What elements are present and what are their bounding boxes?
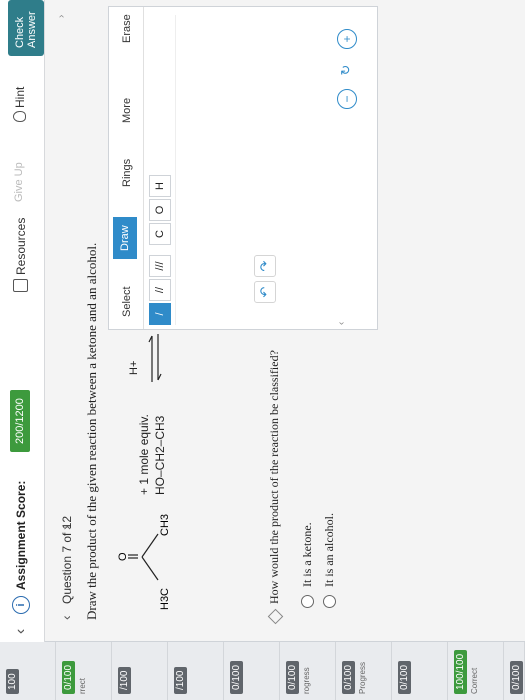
check-answer-button[interactable]: Check Answer: [8, 0, 44, 56]
classification-question: How would the product of the reaction be…: [267, 350, 281, 604]
info-icon[interactable]: i: [12, 596, 30, 614]
option-label: It is an alcohol.: [322, 513, 336, 587]
top-header: ‹ i Assignment Score: 200/1200 Resources…: [0, 0, 45, 642]
sidebar-status: rrect: [78, 678, 87, 694]
zoom-out-icon[interactable]: −: [337, 89, 357, 109]
hint-label: Hint: [13, 86, 27, 108]
single-bond-tool[interactable]: /: [149, 303, 171, 325]
ketone-structure: O H3C CH3: [118, 514, 171, 610]
chevron-right-icon[interactable]: ›: [56, 15, 67, 18]
sidebar-score: 0/100: [342, 660, 355, 694]
app-window: 100 0/100 rrect /100 /100 0/100 0/100 rogr…: [0, 0, 525, 700]
question-progress-sidebar: 100 0/100 rrect /100 /100 0/100 0/100 rogr…: [0, 641, 525, 700]
undo-icon[interactable]: ↶: [254, 281, 276, 303]
sidebar-score: /100: [118, 666, 131, 694]
assignment-score-label: Assignment Score:: [14, 480, 28, 590]
sidebar-score: 0/100: [286, 660, 299, 694]
sidebar-item[interactable]: 0/100: [392, 642, 448, 700]
hydrogen-atom-tool[interactable]: H: [149, 175, 171, 197]
sidebar-score: /100: [174, 666, 187, 694]
reset-view-icon[interactable]: ↻: [337, 61, 355, 79]
acid-catalyst-label: H+: [128, 360, 140, 375]
oxygen-atom-tool[interactable]: O: [149, 199, 171, 221]
sidebar-item[interactable]: 0/100: [504, 642, 525, 700]
reagent-equiv-label: + 1 mole equiv.: [137, 414, 151, 495]
sidebar-item[interactable]: 100/100 Correct: [448, 642, 504, 700]
resources-button[interactable]: Resources: [13, 218, 28, 292]
next-question-icon[interactable]: ›: [58, 525, 74, 530]
resources-label: Resources: [13, 217, 28, 275]
collapse-toolbar-icon[interactable]: ‹: [336, 322, 347, 325]
sidebar-score: 0/100: [398, 660, 411, 694]
tab-rings[interactable]: Rings: [117, 153, 137, 193]
double-bond-tool[interactable]: //: [149, 279, 171, 301]
sidebar-status: Progress: [358, 661, 367, 694]
question-diamond-icon: [267, 608, 284, 625]
sidebar-item[interactable]: 0/100 Progress: [336, 642, 392, 700]
zoom-in-icon[interactable]: +: [337, 29, 357, 49]
molecule-sketcher: Select Draw Rings More Erase / // /// C …: [108, 6, 378, 330]
sidebar-score: 0/100: [510, 660, 523, 694]
carbonyl-oxygen: O: [118, 552, 129, 561]
chevron-left-icon[interactable]: ‹: [12, 629, 30, 634]
sidebar-score: 0/100: [62, 660, 75, 694]
book-icon: [13, 279, 28, 292]
assignment-score-badge: 200/1200: [10, 390, 30, 452]
right-methyl-label: CH3: [159, 514, 171, 536]
give-up-button[interactable]: Give Up: [13, 162, 25, 202]
lightbulb-icon: [13, 111, 26, 122]
ethanol-label: HO–CH2–CH3: [153, 415, 167, 495]
option-alcohol[interactable]: It is an alcohol.: [322, 513, 337, 608]
radio-button[interactable]: [323, 595, 336, 608]
option-ketone[interactable]: It is a ketone.: [300, 522, 315, 608]
sidebar-item[interactable]: /100: [112, 642, 168, 700]
sidebar-score: 100: [6, 669, 19, 694]
previous-question-icon[interactable]: ‹: [58, 615, 74, 620]
sidebar-item[interactable]: 0/100: [224, 642, 280, 700]
tab-select[interactable]: Select: [117, 280, 137, 323]
sidebar-status: Correct: [470, 667, 479, 694]
sidebar-item[interactable]: /100: [168, 642, 224, 700]
tab-draw[interactable]: Draw: [113, 217, 137, 259]
sidebar-score: 0/100: [230, 660, 243, 694]
sidebar-item[interactable]: 0/100 rrect: [56, 642, 112, 700]
sidebar-status: rogress: [302, 667, 311, 694]
sidebar-score: 100/100: [454, 649, 467, 694]
hint-button[interactable]: Hint: [13, 87, 27, 122]
sidebar-item[interactable]: 0/100 rogress: [280, 642, 336, 700]
left-methyl-label: H3C: [159, 588, 171, 610]
carbon-atom-tool[interactable]: C: [149, 223, 171, 245]
triple-bond-tool[interactable]: ///: [149, 255, 171, 277]
sketcher-tabs: Select Draw Rings More Erase: [109, 7, 144, 329]
tab-erase[interactable]: Erase: [117, 8, 137, 49]
option-label: It is a ketone.: [300, 522, 314, 587]
sidebar-item[interactable]: 100: [0, 642, 56, 700]
redo-icon[interactable]: ↷: [254, 255, 276, 277]
question-prompt: Draw the product of the given reaction b…: [84, 242, 99, 620]
equilibrium-arrow-icon: [148, 334, 162, 382]
radio-button[interactable]: [301, 595, 314, 608]
tab-more[interactable]: More: [117, 92, 137, 129]
